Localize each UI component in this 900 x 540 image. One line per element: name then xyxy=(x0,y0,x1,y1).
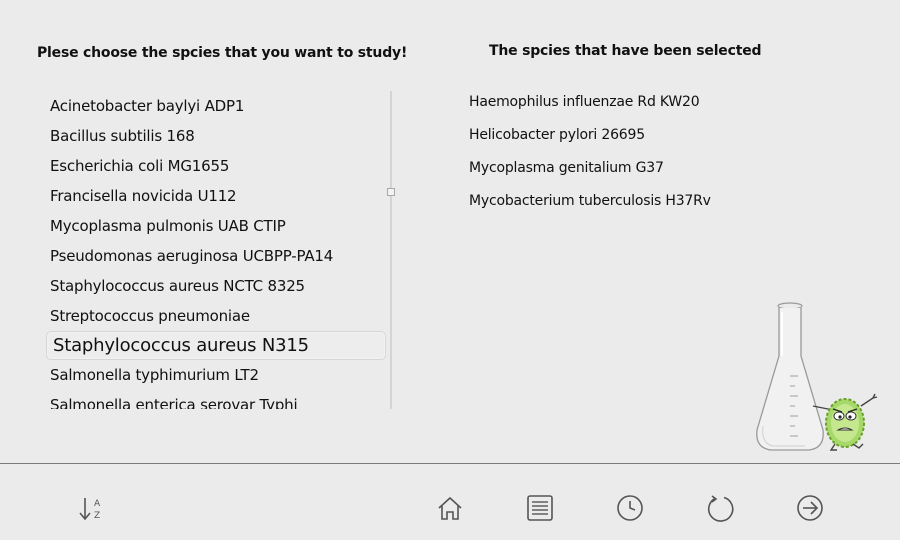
sort-button[interactable]: A Z xyxy=(72,490,108,526)
list-button[interactable] xyxy=(522,490,558,526)
toolbar-divider xyxy=(0,463,900,464)
clock-icon xyxy=(617,495,643,521)
refresh-icon xyxy=(708,495,734,522)
flask-icon xyxy=(756,302,824,451)
selected-species-item[interactable]: Mycobacterium tuberculosis H37Rv xyxy=(469,188,711,221)
species-item[interactable]: Staphylococcus aureus NCTC 8325 xyxy=(44,271,388,301)
history-button[interactable] xyxy=(612,490,648,526)
refresh-button[interactable] xyxy=(702,490,738,526)
species-item[interactable]: Bacillus subtilis 168 xyxy=(44,121,388,151)
species-item[interactable]: Salmonella enterica serovar Typhi xyxy=(44,390,388,409)
flask-mascot-illustration xyxy=(756,302,878,451)
arrow-right-circle-icon xyxy=(797,495,823,521)
next-button[interactable] xyxy=(792,490,828,526)
selected-species-item[interactable]: Helicobacter pylori 26695 xyxy=(469,122,711,155)
species-list-scrollbar[interactable] xyxy=(390,91,392,409)
species-item[interactable]: Escherichia coli MG1655 xyxy=(44,151,388,181)
species-list[interactable]: Acinetobacter baylyi ADP1 Bacillus subti… xyxy=(44,91,388,409)
selected-species-list: Haemophilus influenzae Rd KW20 Helicobac… xyxy=(469,89,711,221)
list-icon xyxy=(527,495,553,521)
sort-az-icon: A Z xyxy=(79,498,101,521)
selected-species-item[interactable]: Haemophilus influenzae Rd KW20 xyxy=(469,89,711,122)
species-item[interactable]: Mycoplasma pulmonis UAB CTIP xyxy=(44,211,388,241)
bacterium-mascot-icon xyxy=(812,393,878,451)
home-icon xyxy=(438,496,462,520)
species-item[interactable]: Francisella novicida U112 xyxy=(44,181,388,211)
species-item-highlighted[interactable]: Staphylococcus aureus N315 xyxy=(46,331,386,360)
selected-species-heading: The spcies that have been selected xyxy=(489,43,762,59)
home-button[interactable] xyxy=(432,490,468,526)
sort-glyph-a: A xyxy=(94,499,101,509)
selected-species-item[interactable]: Mycoplasma genitalium G37 xyxy=(469,155,711,188)
species-item[interactable]: Pseudomonas aeruginosa UCBPP-PA14 xyxy=(44,241,388,271)
species-item[interactable]: Salmonella typhimurium LT2 xyxy=(44,360,388,390)
species-item[interactable]: Streptococcus pneumoniae xyxy=(44,301,388,331)
sort-glyph-z: Z xyxy=(94,511,100,521)
species-item[interactable]: Acinetobacter baylyi ADP1 xyxy=(44,91,388,121)
scrollbar-thumb[interactable] xyxy=(387,188,395,196)
choose-species-heading: Plese choose the spcies that you want to… xyxy=(37,45,408,61)
